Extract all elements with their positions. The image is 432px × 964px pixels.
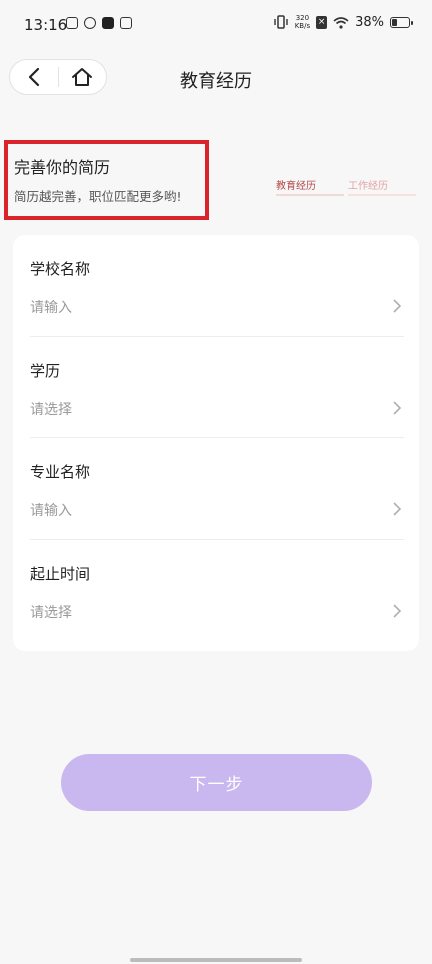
field-label: 学历: [30, 361, 61, 380]
no-sim-icon: ×: [316, 15, 328, 29]
battery-icon: [390, 16, 413, 28]
page-title: 教育经历: [180, 71, 252, 92]
field-label: 专业名称: [30, 463, 91, 481]
app-icon: [84, 17, 96, 29]
network-speed: 320 KB/s: [294, 14, 311, 30]
progress-steps: 教育经历 工作经历: [276, 177, 416, 196]
field-degree[interactable]: 学历 请选择: [30, 337, 404, 438]
field-placeholder[interactable]: 请选择: [30, 399, 72, 419]
step-education: 教育经历: [276, 177, 344, 196]
education-form: 学校名称 请输入 学历 请选择 专业名称 请输入 起止时间 请选择: [13, 235, 419, 651]
status-time: 13:16: [24, 16, 68, 34]
intro-subtitle: 简历越完善，职位匹配更多哟!: [14, 189, 182, 204]
field-placeholder[interactable]: 请输入: [30, 500, 72, 520]
battery-percent: 38%: [355, 14, 384, 30]
home-indicator[interactable]: [130, 958, 302, 962]
resume-intro-highlight: 完善你的简历 简历越完善，职位匹配更多哟!: [4, 140, 209, 220]
field-date-range[interactable]: 起止时间 请选择: [30, 540, 404, 642]
chevron-right-icon: [393, 400, 402, 415]
chevron-right-icon: [393, 299, 402, 313]
field-placeholder[interactable]: 请选择: [30, 602, 72, 622]
field-label: 学校名称: [30, 260, 91, 278]
field-major[interactable]: 专业名称 请输入: [30, 438, 404, 540]
message-icon: [66, 17, 78, 29]
chevron-right-icon: [393, 502, 402, 516]
step-work: 工作经历: [348, 177, 416, 196]
next-step-button[interactable]: 下一步: [61, 754, 372, 811]
chevron-right-icon: [393, 603, 402, 618]
tiktok-icon: [102, 17, 114, 29]
vibrate-icon: [273, 15, 288, 29]
status-bar: 13:16 320 KB/s × 38%: [0, 0, 432, 50]
system-indicators: 320 KB/s × 38%: [273, 14, 413, 30]
step-bar: [348, 194, 416, 196]
field-school-name[interactable]: 学校名称 请输入: [30, 235, 404, 337]
field-placeholder[interactable]: 请输入: [30, 297, 72, 317]
step-bar: [276, 194, 344, 196]
intro-title: 完善你的简历: [14, 158, 111, 177]
wifi-icon: [333, 16, 349, 29]
notification-icons: [66, 17, 132, 29]
field-label: 起止时间: [30, 564, 91, 583]
app-icon: [120, 17, 132, 29]
